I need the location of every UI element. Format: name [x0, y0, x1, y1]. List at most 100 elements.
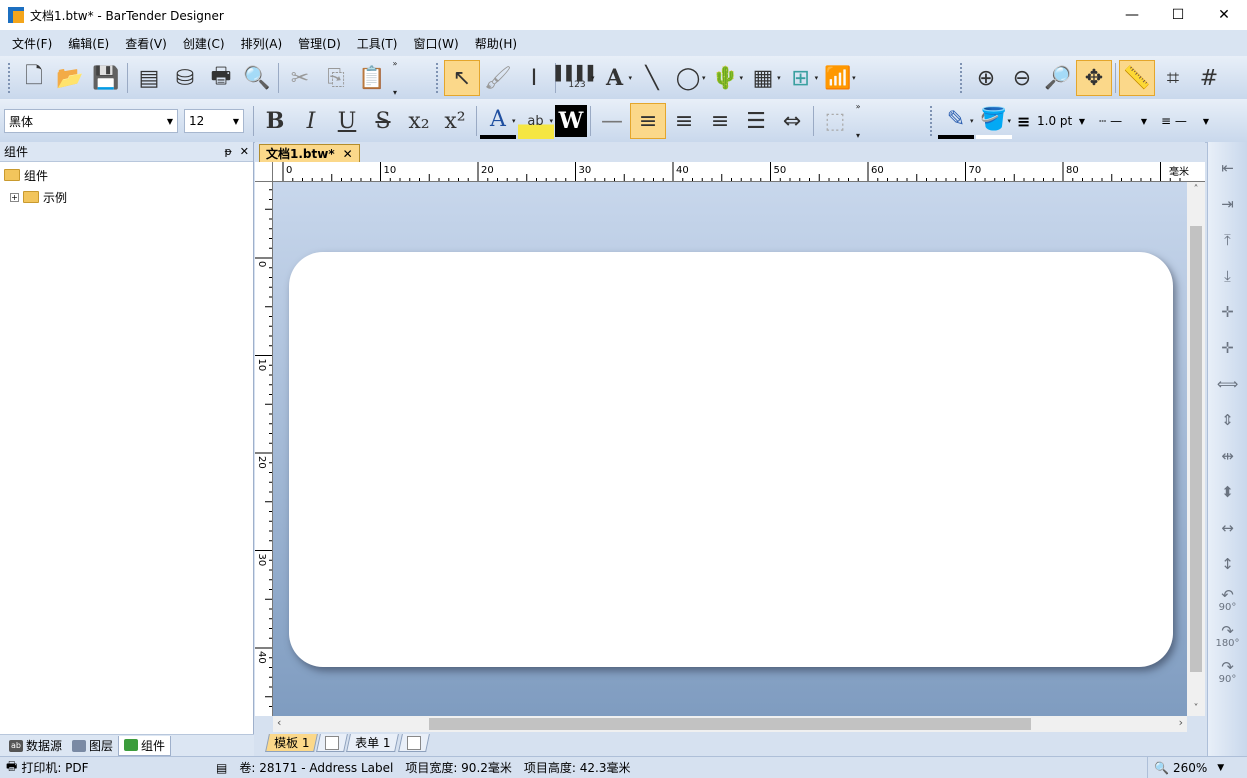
- menu-file[interactable]: 文件(F): [4, 35, 60, 52]
- subscript-button[interactable]: x₂: [401, 103, 437, 139]
- open-folder-icon[interactable]: 📂: [52, 60, 88, 96]
- tree-item-components[interactable]: 组件: [4, 164, 249, 186]
- tab-template-1[interactable]: 模板 1: [265, 734, 319, 752]
- menu-view[interactable]: 查看(V): [117, 35, 175, 52]
- select-pointer-icon[interactable]: ↖: [444, 60, 480, 96]
- pin-icon[interactable]: ᵽ: [224, 145, 231, 158]
- barcode-icon[interactable]: ▌▌▌▌ 123: [555, 60, 598, 96]
- vertical-scrollbar[interactable]: ˄ ˅: [1187, 182, 1205, 716]
- menu-help[interactable]: 帮助(H): [467, 35, 525, 52]
- scroll-down-icon[interactable]: ˅: [1187, 703, 1205, 714]
- chevron-down-icon[interactable]: ▼: [1217, 763, 1224, 773]
- shape-dropdown-icon[interactable]: ▾: [702, 74, 706, 82]
- toolbar-grip[interactable]: [930, 106, 934, 136]
- align-left-edges-icon[interactable]: ⇤: [1211, 150, 1245, 186]
- ruler-toggle-icon[interactable]: 📏: [1119, 60, 1155, 96]
- minimize-button[interactable]: —: [1109, 0, 1155, 30]
- underline-button[interactable]: U: [329, 103, 365, 139]
- cut-icon[interactable]: ✂: [282, 60, 318, 96]
- center-vertically-icon[interactable]: ⇕: [1211, 402, 1245, 438]
- font-name-select[interactable]: 黑体 ▼: [4, 109, 178, 133]
- text-tool-icon[interactable]: A: [597, 60, 633, 96]
- table-dropdown-icon[interactable]: ▾: [777, 74, 781, 82]
- add-template-icon[interactable]: [316, 734, 349, 752]
- line-color-dropdown-icon[interactable]: ▾: [970, 117, 974, 125]
- distribute-horizontally-icon[interactable]: ⇹: [1211, 438, 1245, 474]
- highlight-button[interactable]: ab: [517, 103, 554, 139]
- copy-icon[interactable]: ⎘: [318, 60, 354, 96]
- zoom-area-icon[interactable]: 🔎: [1040, 60, 1076, 96]
- status-printer[interactable]: 🖶 打印机: PDF: [0, 757, 210, 778]
- zoom-control[interactable]: 🔍 260% ▼: [1147, 756, 1247, 778]
- fit-to-window-icon[interactable]: ✥: [1076, 60, 1112, 96]
- print-icon[interactable]: 🖶: [203, 60, 239, 96]
- tab-form-1[interactable]: 表单 1: [346, 734, 400, 752]
- text-cursor-icon[interactable]: I: [516, 60, 552, 96]
- zoom-in-icon[interactable]: ⊕: [968, 60, 1004, 96]
- highlight-dropdown-icon[interactable]: ▾: [550, 117, 554, 125]
- horizontal-scroll-thumb[interactable]: [429, 718, 1031, 730]
- grid-toggle-icon[interactable]: #: [1191, 60, 1227, 96]
- guides-icon[interactable]: ⌗: [1155, 60, 1191, 96]
- rotate-180-icon[interactable]: ↷ 180°: [1211, 618, 1245, 654]
- document-tab[interactable]: 文档1.btw* ✕: [259, 144, 360, 162]
- expand-plus-icon[interactable]: +: [10, 192, 19, 202]
- add-form-icon[interactable]: [397, 734, 430, 752]
- tree-item-examples[interactable]: + 示例: [4, 186, 249, 208]
- menu-arrange[interactable]: 排列(A): [233, 35, 291, 52]
- page-setup-icon[interactable]: ▤: [131, 60, 167, 96]
- tab-layers[interactable]: 图层: [67, 736, 118, 756]
- white-text-button[interactable]: W: [555, 105, 588, 137]
- shape-tool-icon[interactable]: ◯: [670, 60, 706, 96]
- table-tool-icon[interactable]: ▦: [745, 60, 781, 96]
- rotate-right-90-icon[interactable]: ↷ 90°: [1211, 654, 1245, 690]
- toolbar-overflow-icon[interactable]: » ▾: [853, 102, 863, 140]
- tab-components[interactable]: 组件: [118, 735, 172, 756]
- font-color-dropdown-icon[interactable]: ▾: [512, 117, 516, 125]
- rotate-left-90-icon[interactable]: ↶ 90°: [1211, 582, 1245, 618]
- barcode-dropdown-icon[interactable]: ▾: [591, 74, 595, 82]
- same-width-icon[interactable]: ↔: [1211, 510, 1245, 546]
- superscript-button[interactable]: x²: [437, 103, 473, 139]
- align-right-icon[interactable]: ≡: [702, 103, 738, 139]
- tab-data-sources[interactable]: ab 数据源: [4, 736, 67, 756]
- distribute-vertically-icon[interactable]: ⬍: [1211, 474, 1245, 510]
- italic-button[interactable]: I: [293, 103, 329, 139]
- paragraph-line-icon[interactable]: —: [594, 103, 630, 139]
- rfid-tool-icon[interactable]: 📶: [820, 60, 856, 96]
- close-button[interactable]: ✕: [1201, 0, 1247, 30]
- line-color-icon[interactable]: ✎: [938, 103, 974, 139]
- align-left-icon[interactable]: ≡: [630, 103, 667, 139]
- rfid-dropdown-icon[interactable]: ▾: [852, 74, 856, 82]
- strikethrough-button[interactable]: S: [365, 103, 401, 139]
- new-document-icon[interactable]: 🗋: [16, 60, 52, 96]
- menu-tools[interactable]: 工具(T): [349, 35, 406, 52]
- format-painter-icon[interactable]: 🖌: [480, 60, 516, 96]
- toolbar-grip[interactable]: [8, 63, 12, 93]
- design-canvas[interactable]: [273, 182, 1187, 716]
- panel-close-icon[interactable]: ✕: [240, 145, 249, 158]
- fit-width-icon[interactable]: ⇔: [774, 103, 810, 139]
- horizontal-scrollbar[interactable]: ‹ ›: [273, 716, 1187, 732]
- menu-window[interactable]: 窗口(W): [405, 35, 466, 52]
- toolbar-grip[interactable]: [436, 63, 440, 93]
- scroll-left-icon[interactable]: ‹: [277, 716, 281, 729]
- align-top-edges-icon[interactable]: ⤒: [1211, 222, 1245, 258]
- vertical-scroll-thumb[interactable]: [1190, 226, 1202, 672]
- database-icon[interactable]: ⛁: [167, 60, 203, 96]
- bold-button[interactable]: B: [257, 103, 293, 139]
- paste-icon[interactable]: 📋: [354, 60, 390, 96]
- menu-edit[interactable]: 编辑(E): [60, 35, 117, 52]
- font-size-select[interactable]: 12 ▼: [184, 109, 244, 133]
- picture-tool-icon[interactable]: 🌵: [708, 60, 744, 96]
- line-width-select[interactable]: ≡ 1.0 pt ▼: [1013, 109, 1089, 133]
- save-icon[interactable]: 💾: [88, 60, 124, 96]
- toolbar-overflow-icon[interactable]: » ▾: [390, 59, 400, 97]
- print-preview-icon[interactable]: 🔍: [239, 60, 275, 96]
- menu-manage[interactable]: 管理(D): [290, 35, 349, 52]
- align-vertical-centers-icon[interactable]: ✛: [1211, 330, 1245, 366]
- same-height-icon[interactable]: ↕: [1211, 546, 1245, 582]
- grid-tool-icon[interactable]: ⊞: [783, 60, 819, 96]
- align-bottom-edges-icon[interactable]: ⤓: [1211, 258, 1245, 294]
- justify-icon[interactable]: ☰: [738, 103, 774, 139]
